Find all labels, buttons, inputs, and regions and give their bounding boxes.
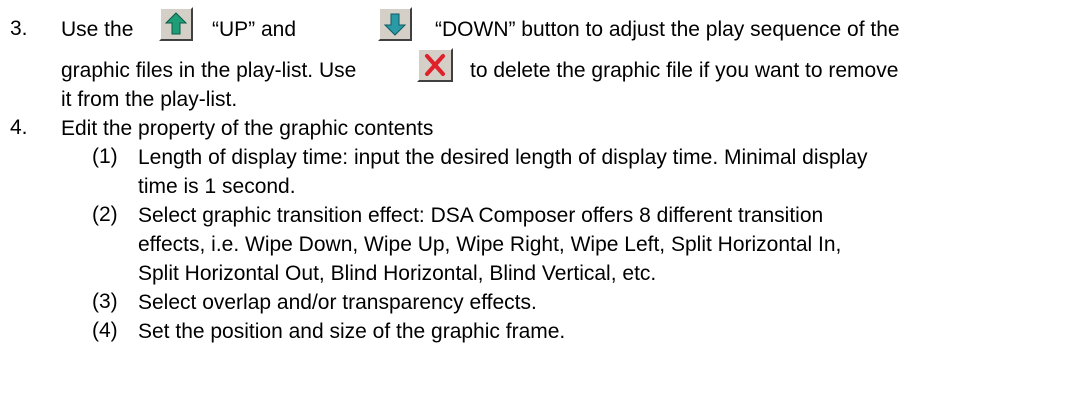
sub-item-3-number: (3) bbox=[92, 290, 118, 313]
item-3-line-1: Use the bbox=[61, 17, 133, 43]
sub-item-1-line-2: time is 1 second. bbox=[138, 175, 296, 198]
item-4-heading: Edit the property of the graphic content… bbox=[61, 117, 434, 140]
item-3-line-3: it from the play-list. bbox=[61, 87, 237, 113]
sub-item-1-number: (1) bbox=[92, 145, 118, 168]
delete-icon bbox=[425, 54, 445, 76]
item-3-text-f: it from the play-list. bbox=[61, 88, 238, 111]
sub-item-3-line-1: Select overlap and/or transparency effec… bbox=[138, 291, 537, 314]
up-button-illustration bbox=[159, 7, 193, 41]
sub-item-2-line-3: Split Horizontal Out, Blind Horizontal, … bbox=[138, 262, 657, 285]
item-3-line-1b: “UP” and bbox=[212, 17, 296, 43]
sub-item-4-line-1: Set the position and size of the graphic… bbox=[138, 320, 566, 343]
item-3-text-c: “DOWN” button to adjust the play sequenc… bbox=[435, 18, 900, 41]
delete-button-illustration bbox=[417, 48, 453, 82]
item-3-number: 3. bbox=[10, 17, 28, 40]
item-4-number: 4. bbox=[10, 116, 28, 139]
sub-item-2-line-1: Select graphic transition effect: DSA Co… bbox=[138, 204, 824, 227]
item-3-text-a: Use the bbox=[61, 18, 134, 41]
down-button-illustration bbox=[378, 7, 412, 41]
sub-item-2-line-2: effects, i.e. Wipe Down, Wipe Up, Wipe R… bbox=[138, 233, 842, 256]
item-3-line-1c: “DOWN” button to adjust the play sequenc… bbox=[435, 17, 900, 43]
sub-item-2-number: (2) bbox=[92, 203, 118, 226]
item-3-text-e: to delete the graphic file if you want t… bbox=[470, 59, 899, 82]
sub-item-4-number: (4) bbox=[92, 319, 118, 342]
item-3-line-2b: to delete the graphic file if you want t… bbox=[470, 58, 898, 84]
item-3-line-2: graphic files in the play-list. Use bbox=[61, 58, 356, 84]
item-3-text-b: “UP” and bbox=[212, 18, 297, 41]
sub-item-1-line-1: Length of display time: input the desire… bbox=[138, 146, 868, 169]
down-arrow-icon bbox=[383, 13, 407, 36]
item-3-text-d: graphic files in the play-list. Use bbox=[61, 59, 357, 82]
up-arrow-icon bbox=[164, 12, 188, 35]
